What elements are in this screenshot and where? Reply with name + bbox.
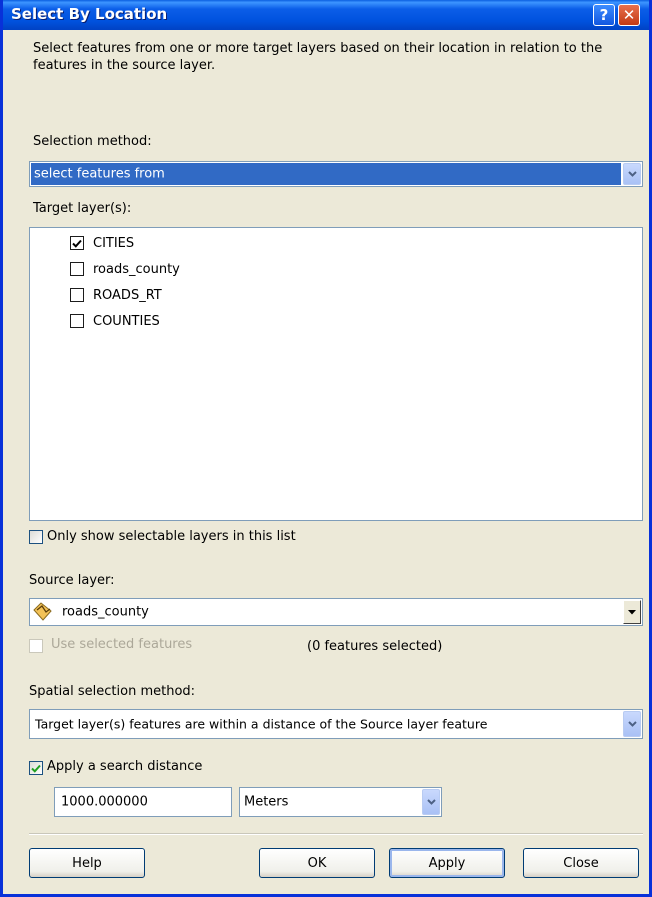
layer-item-roads-rt[interactable]: ROADS_RT [70, 286, 162, 304]
ok-button[interactable]: OK [259, 848, 375, 878]
dialog-window: Select By Location ? ✕ Select features f… [0, 0, 652, 897]
distance-unit-value: Meters [244, 794, 289, 810]
title-help-button[interactable]: ? [593, 4, 615, 26]
selection-method-dropdown[interactable]: select features from [29, 161, 643, 187]
layer-name: roads_county [93, 261, 180, 277]
selection-method-value: select features from [34, 166, 165, 182]
layer-item-roads-county[interactable]: roads_county [70, 260, 180, 278]
chevron-down-icon[interactable] [623, 711, 641, 737]
line-layer-icon [33, 602, 55, 626]
spatial-method-label: Spatial selection method: [29, 684, 196, 699]
layer-checkbox-checked[interactable] [70, 236, 84, 250]
only-selectable-label[interactable]: Only show selectable layers in this list [47, 529, 296, 544]
checkmark-icon [31, 764, 41, 773]
distance-unit-dropdown[interactable]: Meters [239, 787, 442, 817]
close-icon: ✕ [622, 6, 636, 24]
target-layers-list[interactable]: CITIES roads_county ROADS_RT COUNTIES [29, 227, 643, 521]
layer-name: COUNTIES [93, 313, 160, 329]
help-button[interactable]: Help [29, 848, 145, 878]
spatial-method-value: Target layer(s) features are within a di… [35, 716, 488, 732]
layer-item-cities[interactable]: CITIES [70, 234, 134, 252]
chevron-down-icon[interactable] [623, 163, 641, 185]
source-layer-label: Source layer: [29, 573, 115, 588]
window-title: Select By Location [11, 5, 168, 23]
apply-button[interactable]: Apply [389, 848, 505, 878]
only-selectable-checkbox[interactable] [29, 530, 43, 544]
footer-divider [29, 833, 643, 835]
selection-method-label: Selection method: [33, 134, 152, 149]
use-selected-label[interactable]: Use selected features [51, 637, 192, 652]
search-distance-checkbox[interactable] [29, 761, 43, 775]
layer-item-counties[interactable]: COUNTIES [70, 312, 160, 330]
question-mark-icon: ? [599, 6, 609, 24]
chevron-down-icon[interactable] [422, 789, 440, 815]
layer-checkbox[interactable] [70, 262, 84, 276]
use-selected-checkbox[interactable] [29, 639, 43, 653]
layer-checkbox[interactable] [70, 288, 84, 302]
title-close-button[interactable]: ✕ [618, 4, 640, 26]
layer-name: ROADS_RT [93, 287, 162, 303]
dialog-description: Select features from one or more target … [33, 41, 603, 73]
search-distance-label[interactable]: Apply a search distance [47, 759, 202, 774]
chevron-down-icon[interactable] [623, 600, 641, 624]
title-bar[interactable]: Select By Location ? ✕ [3, 0, 649, 30]
layer-name: CITIES [93, 235, 135, 251]
layer-checkbox[interactable] [70, 314, 84, 328]
close-button[interactable]: Close [523, 848, 639, 878]
spatial-method-dropdown[interactable]: Target layer(s) features are within a di… [29, 709, 643, 739]
features-selected-count: (0 features selected) [307, 639, 443, 654]
source-layer-dropdown[interactable]: roads_county [29, 598, 643, 626]
target-layers-label: Target layer(s): [33, 201, 132, 216]
search-distance-input[interactable]: 1000.000000 [54, 787, 232, 817]
search-distance-value: 1000.000000 [61, 794, 148, 810]
source-layer-value: roads_county [62, 604, 149, 620]
